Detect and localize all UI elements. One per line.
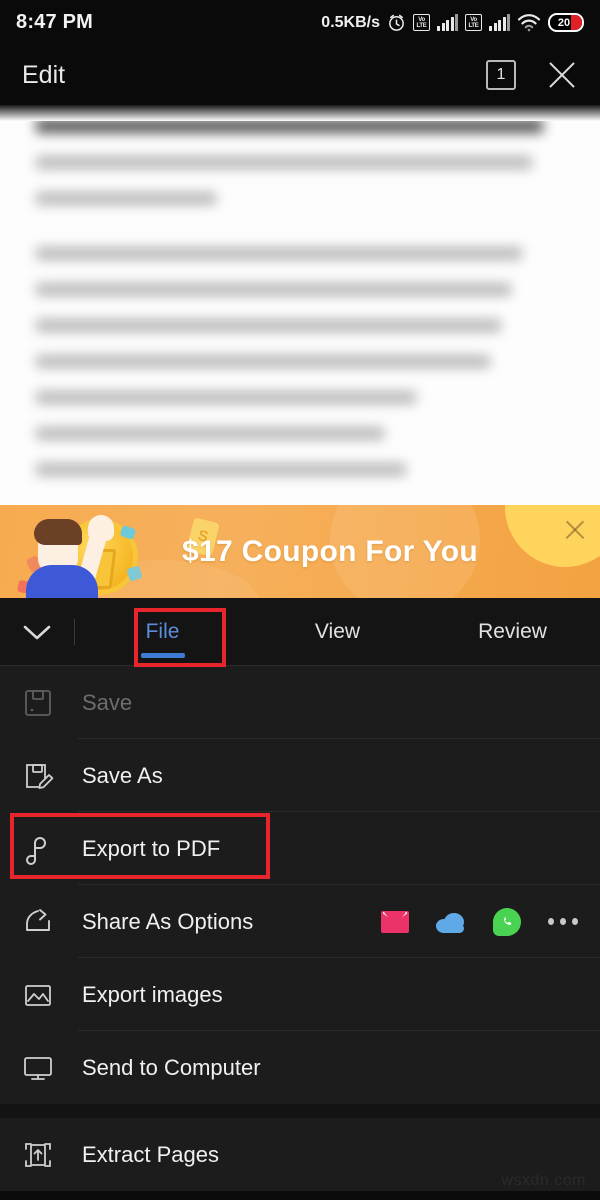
file-menu-list: Save Save As Export to PDF Share As Opti…: [0, 666, 600, 1191]
tab-view[interactable]: View: [250, 598, 425, 666]
phone-screen: 8:47 PM 0.5KB/s Vo LTE Vo LTE 20 Edit 1 …: [0, 0, 600, 1200]
wifi-icon: [517, 13, 541, 32]
battery-percent-label: 20: [557, 16, 571, 29]
tab-count-label: 1: [496, 66, 506, 83]
page-title: Edit: [22, 60, 66, 89]
menu-section-gap: [0, 1104, 600, 1118]
image-icon: [22, 979, 78, 1011]
coupon-banner-text: $17 Coupon For You: [182, 534, 478, 568]
status-bar-icons: 0.5KB/s Vo LTE Vo LTE 20: [321, 13, 584, 32]
document-top-shadow: [0, 105, 600, 121]
sim1-volte-icon: Vo LTE: [413, 14, 430, 31]
menu-item-save-as[interactable]: Save As: [0, 739, 600, 812]
ribbon-tabs: File View Review: [75, 598, 600, 666]
watermark: wsxdn.com: [501, 1172, 586, 1189]
document-preview[interactable]: [0, 105, 600, 505]
menu-item-export-images-label: Export images: [82, 981, 223, 1007]
tab-view-label: View: [314, 620, 361, 643]
banner-close-icon[interactable]: [562, 517, 588, 543]
battery-icon: 20: [548, 13, 584, 32]
tab-count-button[interactable]: 1: [486, 60, 516, 90]
cloud-icon[interactable]: [436, 907, 466, 937]
menu-item-share-as-options[interactable]: Share As Options: [0, 885, 600, 958]
title-bar: Edit 1: [0, 45, 600, 105]
share-arrow-icon: [22, 906, 78, 938]
chevron-down-icon: [21, 622, 53, 642]
menu-item-save-label: Save: [82, 689, 133, 715]
menu-item-save[interactable]: Save: [0, 666, 600, 739]
sim2-signal-icon: [489, 13, 510, 31]
collapse-ribbon-button[interactable]: [0, 622, 74, 642]
tab-review[interactable]: Review: [425, 598, 600, 666]
coupon-banner[interactable]: S $17 Coupon For You: [0, 505, 600, 598]
status-bar-clock: 8:47 PM: [16, 11, 93, 33]
sim2-volte-icon: Vo LTE: [465, 14, 482, 31]
menu-item-export-to-pdf[interactable]: Export to PDF: [0, 812, 600, 885]
menu-item-send-to-computer-label: Send to Computer: [82, 1054, 261, 1080]
menu-item-send-to-computer[interactable]: Send to Computer: [0, 1031, 600, 1104]
close-icon[interactable]: [546, 59, 578, 91]
network-speed-label: 0.5KB/s: [321, 13, 380, 31]
menu-item-extract-pages-label: Extract Pages: [82, 1141, 219, 1167]
email-icon[interactable]: [380, 907, 410, 937]
document-blurred-text: [0, 105, 600, 476]
status-bar: 8:47 PM 0.5KB/s Vo LTE Vo LTE 20: [0, 0, 600, 45]
title-bar-actions: 1: [486, 59, 578, 91]
menu-item-export-to-pdf-label: Export to PDF: [82, 835, 221, 861]
more-options-icon[interactable]: [548, 907, 578, 937]
tab-review-label: Review: [478, 620, 547, 643]
tab-file[interactable]: File: [75, 598, 250, 666]
ribbon-tab-bar: File View Review: [0, 598, 600, 666]
extract-pages-icon: [22, 1139, 78, 1171]
pdf-icon: [22, 833, 78, 865]
menu-item-share-as-options-label: Share As Options: [82, 908, 254, 934]
alarm-clock-icon: [387, 13, 406, 32]
menu-item-save-as-label: Save As: [82, 762, 163, 788]
floppy-disk-icon: [22, 687, 78, 719]
whatsapp-icon[interactable]: [492, 907, 522, 937]
sim1-signal-icon: [437, 13, 458, 31]
floppy-disk-edit-icon: [22, 760, 78, 792]
tab-file-label: File: [145, 620, 180, 643]
monitor-icon: [22, 1052, 78, 1084]
share-app-icons: [380, 907, 600, 937]
menu-item-export-images[interactable]: Export images: [0, 958, 600, 1031]
